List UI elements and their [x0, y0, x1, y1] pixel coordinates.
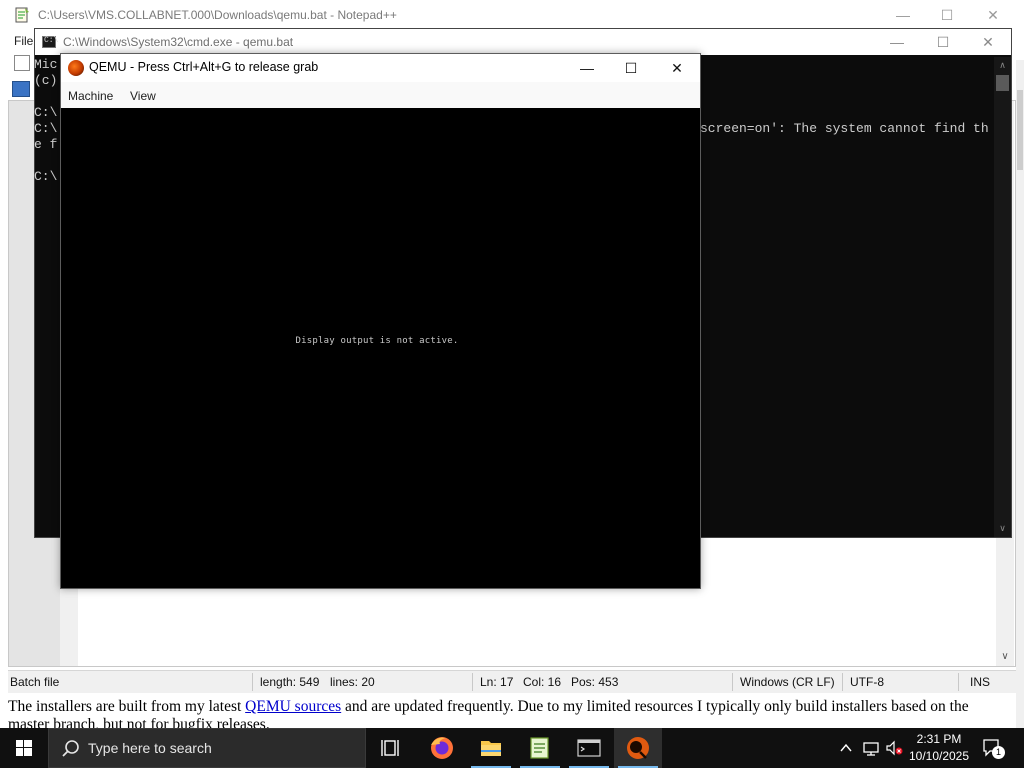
network-icon[interactable]: [862, 740, 880, 756]
taskbar-notepadpp[interactable]: [516, 728, 564, 768]
firefox-icon: [431, 737, 453, 759]
show-hidden-icons-icon[interactable]: [838, 740, 854, 756]
qemu-title: QEMU - Press Ctrl+Alt+G to release grab: [89, 60, 319, 74]
start-button[interactable]: [0, 728, 48, 768]
paragraph-text-start: The installers are built from my latest: [8, 698, 246, 715]
windows-logo-icon: [16, 740, 32, 756]
clock-date[interactable]: 10/10/2025: [904, 749, 974, 763]
taskbar-file-explorer[interactable]: [467, 728, 515, 768]
volume-muted-icon[interactable]: [885, 740, 903, 756]
notepadpp-title: C:\Users\VMS.COLLABNET.000\Downloads\qem…: [38, 8, 397, 22]
qemu-menubar: Machine View: [61, 82, 700, 108]
cmd-error-output: screen=on': The system cannot find th: [700, 121, 989, 137]
notepadpp-statusbar: Batch file length: 549 lines: 20 Ln: 17 …: [8, 670, 1016, 693]
notepadpp-maximize-button[interactable]: ☐: [924, 0, 970, 31]
file-explorer-icon: [481, 741, 501, 756]
notepadpp-minimize-button[interactable]: —: [880, 0, 926, 31]
status-line: Ln: 17: [480, 675, 514, 689]
taskbar-firefox[interactable]: [418, 728, 466, 768]
qemu-sources-link[interactable]: QEMU sources: [245, 698, 341, 715]
task-view-icon: [381, 740, 399, 756]
display-status-message: Display output is not active.: [295, 336, 459, 346]
cmd-vertical-scrollbar[interactable]: [994, 57, 1011, 537]
save-icon[interactable]: [12, 81, 30, 97]
menu-file[interactable]: File: [14, 34, 33, 48]
qemu-close-button[interactable]: ✕: [654, 54, 700, 82]
notification-count-badge: 1: [992, 746, 1005, 759]
search-placeholder: Type here to search: [88, 740, 212, 756]
qemu-display[interactable]: [61, 108, 700, 588]
cmd-scroll-thumb[interactable]: [996, 75, 1009, 91]
status-eol: Windows (CR LF): [740, 675, 835, 689]
qemu-icon: [627, 737, 649, 759]
taskbar-qemu[interactable]: [614, 728, 662, 768]
cmd-icon: [577, 739, 601, 757]
menu-machine[interactable]: Machine: [68, 89, 113, 103]
status-column: Col: 16: [523, 675, 562, 689]
search-icon: [62, 740, 79, 757]
cmd-close-button[interactable]: ✕: [965, 29, 1011, 55]
new-file-icon[interactable]: [14, 55, 30, 71]
notepadpp-icon: [14, 7, 30, 23]
scroll-up-icon[interactable]: ∧: [994, 57, 1011, 73]
status-length: length: 549: [260, 675, 320, 689]
browser-scroll-thumb[interactable]: [1017, 90, 1023, 170]
qemu-minimize-button[interactable]: —: [564, 54, 610, 82]
status-insert-mode: INS: [970, 675, 991, 689]
menu-view[interactable]: View: [130, 89, 156, 103]
notepadpp-menubar: File: [0, 31, 34, 51]
cmd-icon: C:\: [42, 36, 58, 48]
status-position: Pos: 453: [571, 675, 619, 689]
action-center-button[interactable]: 1: [980, 736, 1006, 760]
status-file-type: Batch file: [10, 675, 60, 689]
cmd-error-line: screen=on': The system cannot find th: [700, 121, 989, 136]
cmd-maximize-button[interactable]: ☐: [920, 29, 966, 55]
notepadpp-icon: [530, 737, 549, 759]
taskbar-cmd[interactable]: [565, 728, 613, 768]
qemu-maximize-button[interactable]: ☐: [608, 54, 654, 82]
cmd-minimize-button[interactable]: —: [874, 29, 920, 55]
status-lines: lines: 20: [330, 675, 375, 689]
task-view-button[interactable]: [368, 728, 416, 768]
scroll-down-icon[interactable]: ∨: [994, 520, 1011, 536]
status-encoding: UTF-8: [850, 675, 884, 689]
scroll-down-icon[interactable]: ∨: [996, 648, 1014, 666]
clock-time[interactable]: 2:31 PM: [904, 732, 974, 746]
notepadpp-close-button[interactable]: ✕: [970, 0, 1016, 31]
qemu-icon: [68, 60, 84, 76]
notepadpp-toolbar: [0, 51, 34, 101]
cmd-title: C:\Windows\System32\cmd.exe - qemu.bat: [63, 35, 294, 49]
